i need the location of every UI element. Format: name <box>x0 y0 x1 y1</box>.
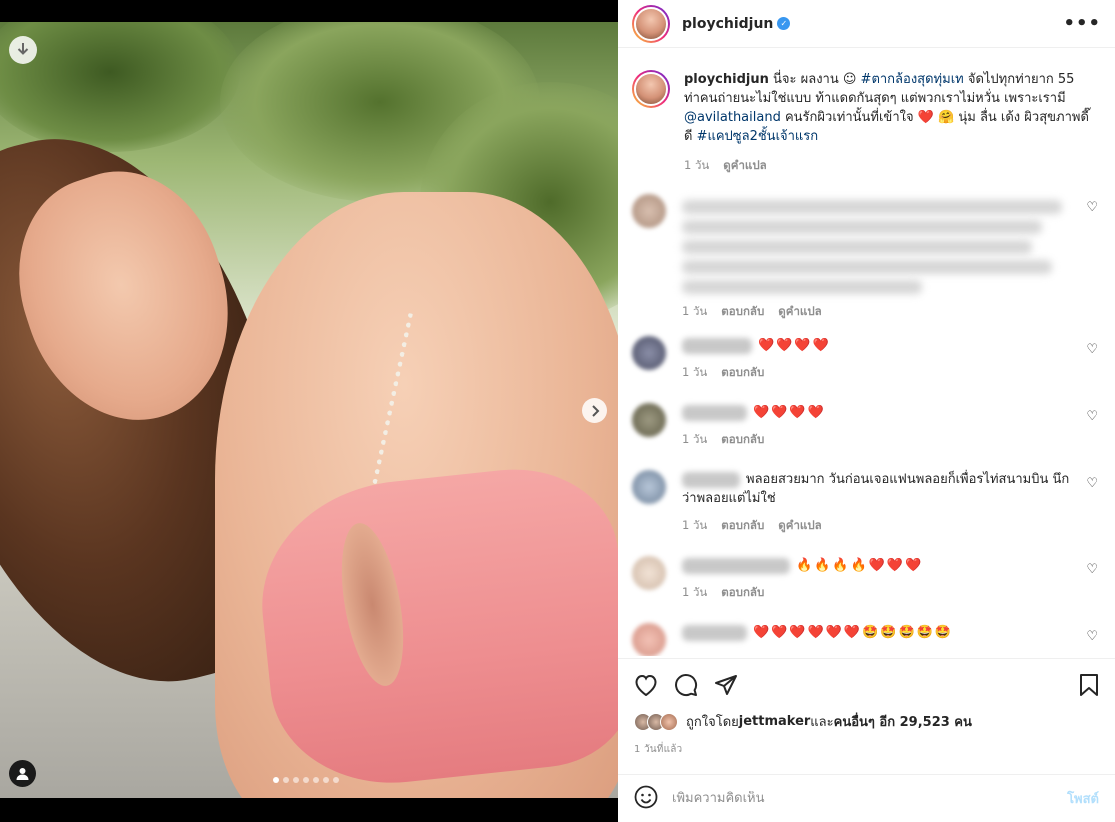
commenter-avatar[interactable] <box>632 623 666 656</box>
likes-middle: และ <box>810 715 834 730</box>
post-panel: ploychidjun ✓ ••• ploychidjun นี่จะ ผลงา… <box>618 0 1115 822</box>
caption-hashtag[interactable]: #ตากล้องสุดทุ่มเท <box>861 72 964 87</box>
comment-input[interactable] <box>672 791 1068 806</box>
save-icon[interactable] <box>1079 674 1099 696</box>
translate-link[interactable]: ดูคำแปล <box>723 156 766 175</box>
comment-time[interactable]: 1 วัน <box>682 302 707 321</box>
comment-text: ❤️❤️❤️❤️❤️❤️🤩🤩🤩🤩🤩 <box>753 625 954 640</box>
carousel-dot <box>273 777 279 783</box>
post-actions-area: ถูกใจโดย jettmaker และ คนอื่นๆ อีก 29,52… <box>618 658 1115 757</box>
post-modal: ploychidjun ✓ ••• ploychidjun นี่จะ ผลงา… <box>0 0 1115 822</box>
post-comment-button[interactable]: โพสต์ <box>1067 788 1099 809</box>
post-photo <box>0 22 618 798</box>
caption-avatar[interactable] <box>632 70 670 108</box>
comment-text: 🔥🔥🔥🔥❤️❤️❤️ <box>796 558 924 573</box>
reply-button[interactable]: ตอบกลับ <box>721 516 764 535</box>
carousel-dot <box>313 777 319 783</box>
action-bar <box>618 659 1115 711</box>
comment-like-icon[interactable]: ♡ <box>1086 629 1098 644</box>
carousel-dot <box>333 777 339 783</box>
comment-like-icon[interactable]: ♡ <box>1086 409 1098 424</box>
reply-button[interactable]: ตอบกลับ <box>721 363 764 382</box>
comment-time[interactable]: 1 วัน <box>682 583 707 602</box>
comment-like-icon[interactable]: ♡ <box>1086 562 1098 577</box>
caption-username[interactable]: ploychidjun <box>684 72 769 87</box>
share-icon[interactable] <box>714 674 738 696</box>
tagged-users-icon[interactable] <box>9 760 36 787</box>
carousel-dot <box>323 777 329 783</box>
liker-username[interactable]: jettmaker <box>739 714 811 729</box>
author-username[interactable]: ploychidjun <box>682 16 773 32</box>
commenter-avatar[interactable] <box>632 403 666 437</box>
post-time[interactable]: 1 วันที่แล้ว <box>618 732 1115 757</box>
likes-summary: ถูกใจโดย jettmaker และ คนอื่นๆ อีก 29,52… <box>618 711 1115 732</box>
comment-time[interactable]: 1 วัน <box>682 430 707 449</box>
post-caption: ploychidjun นี่จะ ผลงาน ☺ #ตากล้องสุดทุ่… <box>618 56 1115 175</box>
translate-link[interactable]: ดูคำแปล <box>778 516 821 535</box>
comment-text: พลอยสวยมาก วันก่อนเจอแฟนพลอยก็เพื่อรไท่ส… <box>682 472 1070 506</box>
reply-button[interactable]: ตอบกลับ <box>721 302 764 321</box>
translate-link[interactable]: ดูคำแปล <box>778 302 821 321</box>
caption-mention[interactable]: @avilathailand <box>684 110 781 125</box>
caption-hashtag[interactable]: #แคปซูล2ชั้นเจ้าแรก <box>697 129 819 144</box>
commenter-avatar[interactable] <box>632 194 666 228</box>
verified-badge-icon: ✓ <box>777 17 791 30</box>
caption-text: นี่จะ ผลงาน ☺ <box>768 72 861 87</box>
comment-time[interactable]: 1 วัน <box>682 363 707 382</box>
commenter-avatar[interactable] <box>632 336 666 370</box>
comment-like-icon[interactable]: ♡ <box>1086 200 1098 215</box>
comment-like-icon[interactable]: ♡ <box>1086 342 1098 357</box>
carousel-dot <box>303 777 309 783</box>
carousel-dot <box>293 777 299 783</box>
liker-avatars[interactable] <box>634 712 678 731</box>
commenter-avatar[interactable] <box>632 470 666 504</box>
comment-text: ❤️❤️❤️❤️ <box>753 405 826 420</box>
emoji-icon[interactable] <box>634 785 658 813</box>
comments-list: ploychidjun นี่จะ ผลงาน ☺ #ตากล้องสุดทุ่… <box>618 56 1115 656</box>
comment-time[interactable]: 1 วัน <box>682 516 707 535</box>
download-icon[interactable] <box>9 36 37 64</box>
likes-prefix: ถูกใจโดย <box>686 715 739 730</box>
reply-button[interactable]: ตอบกลับ <box>721 430 764 449</box>
carousel-dot <box>283 777 289 783</box>
comment-text: ❤️❤️❤️❤️ <box>758 338 831 353</box>
like-icon[interactable] <box>634 674 658 696</box>
comment-icon[interactable] <box>674 673 698 697</box>
add-comment-bar: โพสต์ <box>618 774 1115 822</box>
next-slide-button[interactable] <box>582 398 607 423</box>
reply-button[interactable]: ตอบกลับ <box>721 583 764 602</box>
post-media <box>0 0 618 822</box>
caption-time[interactable]: 1 วัน <box>684 156 709 175</box>
author-avatar[interactable] <box>632 4 670 43</box>
carousel-indicator <box>273 777 339 783</box>
comment-like-icon[interactable]: ♡ <box>1086 476 1098 491</box>
post-header: ploychidjun ✓ ••• <box>618 0 1115 48</box>
commenter-avatar[interactable] <box>632 556 666 590</box>
more-options-icon[interactable]: ••• <box>1063 13 1101 34</box>
likes-others-link[interactable]: คนอื่นๆ อีก 29,523 คน <box>834 711 972 732</box>
